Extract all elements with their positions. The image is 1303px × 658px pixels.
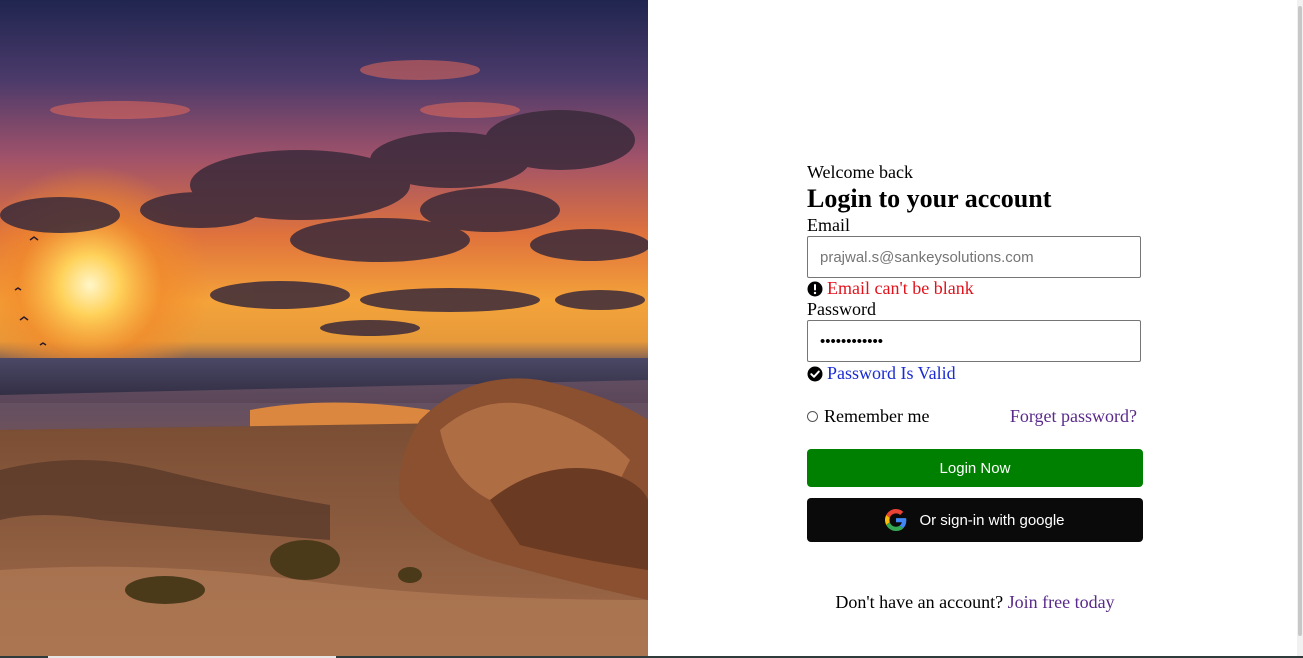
vertical-scrollbar[interactable] — [1297, 0, 1303, 656]
sunset-beach-illustration — [0, 0, 648, 656]
scrollbar-thumb[interactable] — [1298, 6, 1302, 636]
email-label: Email — [807, 215, 850, 235]
google-icon — [885, 509, 907, 531]
email-error-message: Email can't be blank — [807, 278, 974, 299]
page-title: Login to your account — [807, 184, 1052, 213]
check-circle-icon — [807, 366, 823, 381]
join-free-link[interactable]: Join free today — [1008, 592, 1115, 612]
password-valid-message: Password Is Valid — [807, 363, 956, 384]
password-field[interactable] — [807, 320, 1141, 362]
hero-sunset-image — [0, 0, 648, 656]
remember-me-label: Remember me — [824, 406, 930, 426]
forgot-password-link[interactable]: Forget password? — [1010, 406, 1137, 427]
google-signin-label: Or sign-in with google — [919, 511, 1065, 529]
remember-me-radio[interactable] — [807, 411, 818, 422]
welcome-text: Welcome back — [807, 162, 913, 182]
google-signin-button[interactable]: Or sign-in with google — [807, 498, 1143, 542]
password-label: Password — [807, 299, 877, 319]
email-error-text: Email can't be blank — [827, 278, 974, 298]
signup-prompt: Don't have an account? Join free today — [807, 592, 1143, 613]
exclamation-circle-icon — [807, 281, 823, 296]
remember-me-option[interactable]: Remember me — [807, 406, 929, 427]
login-button[interactable]: Login Now — [807, 449, 1143, 487]
remember-row: Remember me Forget password? — [807, 406, 1143, 430]
signup-prompt-text: Don't have an account? — [835, 592, 1004, 612]
email-field[interactable] — [807, 236, 1141, 278]
password-valid-text: Password Is Valid — [827, 363, 956, 383]
